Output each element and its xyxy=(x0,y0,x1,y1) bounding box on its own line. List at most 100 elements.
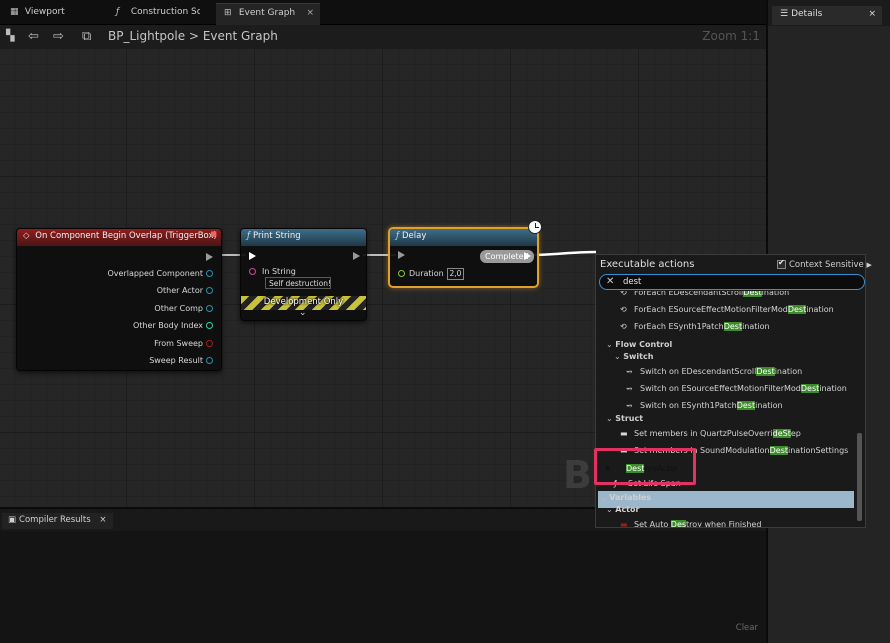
context-sensitive-label[interactable]: Context Sensitive ▶ xyxy=(789,260,872,270)
exec-in-pin[interactable] xyxy=(398,251,405,259)
close-icon[interactable]: × xyxy=(868,9,876,19)
context-sensitive-checkbox[interactable] xyxy=(777,258,786,269)
menu-item[interactable]: ▬ Set members in QuartzPulseOverrideStep xyxy=(620,427,801,441)
clear-button[interactable]: Clear xyxy=(736,623,758,633)
menu-category-label: Actor xyxy=(615,505,640,514)
node-begin-overlap[interactable]: ◇ On Component Begin Overlap (TriggerBox… xyxy=(16,228,222,371)
search-match-highlight: Dest xyxy=(743,291,762,297)
details-title: Details xyxy=(791,9,823,19)
menu-category[interactable]: ⌄ Actor xyxy=(606,503,639,517)
menu-item-text: inationSettings xyxy=(788,446,849,455)
breadcrumb-blueprint[interactable]: BP_Lightpole xyxy=(108,29,185,43)
compiler-title: Compiler Results xyxy=(19,515,91,525)
tab-viewport-label: Viewport xyxy=(24,7,65,17)
menu-item-text: ForEach ESynth1Patch xyxy=(634,322,724,331)
tab-compiler-results[interactable]: ▣ Compiler Results × xyxy=(2,513,113,529)
search-match-highlight: Dest xyxy=(723,322,743,331)
pin-duration[interactable]: Duration xyxy=(398,269,444,278)
pin-label: Other Body Index xyxy=(132,321,203,330)
chevron-down-icon: ⌄ xyxy=(606,340,616,349)
dragged-exec-wire xyxy=(530,250,597,257)
object-pin-icon xyxy=(206,305,213,312)
tab-event-graph[interactable]: ⊞ Event Graph × xyxy=(216,3,320,25)
editor-tab-bar: ▦ Viewport ƒ Construction Scri ⊞ Event G… xyxy=(0,0,766,25)
menu-item[interactable]: ⥇ Switch on EDescendantScrollDestination xyxy=(626,365,802,379)
menu-item[interactable]: ▬ Set Auto Destroy when Finished xyxy=(620,518,761,527)
close-icon[interactable]: × xyxy=(99,515,106,525)
pin-other-comp[interactable]: Other Comp xyxy=(154,304,213,313)
menu-category[interactable]: ⌄ Struct xyxy=(606,412,643,426)
tab-viewport[interactable]: ▦ Viewport xyxy=(2,3,102,25)
loop-icon: ⟲ xyxy=(620,322,627,331)
menu-item[interactable]: ⟲ ForEach ESourceEffectMotionFilterModDes… xyxy=(620,303,834,317)
forward-arrow-icon[interactable]: ⇨ xyxy=(53,29,64,44)
chevron-down-icon: ⌄ xyxy=(606,505,616,514)
action-search-box[interactable]: ✕ xyxy=(599,274,865,290)
action-search-input[interactable] xyxy=(623,276,853,288)
menu-scrollbar[interactable] xyxy=(857,433,862,521)
menu-item-text: ination xyxy=(755,401,783,410)
pin-from-sweep[interactable]: From Sweep xyxy=(154,339,213,348)
completed-exec-pin[interactable] xyxy=(524,252,531,260)
switch-icon: ⥇ xyxy=(626,384,633,393)
breadcrumb-graph[interactable]: Event Graph xyxy=(203,29,278,43)
clear-search-icon[interactable]: ✕ xyxy=(606,276,614,287)
menu-category[interactable]: ⌄ Switch xyxy=(614,350,653,364)
back-arrow-icon[interactable]: ⇦ xyxy=(28,29,39,44)
search-match-highlight: deSt xyxy=(772,429,791,438)
exec-in-pin[interactable] xyxy=(249,252,256,260)
pin-label: Duration xyxy=(409,269,444,278)
exec-out-pin[interactable] xyxy=(206,253,213,261)
tab-details[interactable]: ☰ Details × xyxy=(772,6,882,25)
pin-other-actor[interactable]: Other Actor xyxy=(157,286,213,295)
search-match-highlight: Dest xyxy=(769,446,788,455)
pin-in-string[interactable]: In String xyxy=(249,267,296,276)
menu-item-text: Switch on EDescendantScroll xyxy=(640,367,757,376)
menu-item[interactable]: ⥇ Switch on ESourceEffectMotionFilterModD… xyxy=(626,382,847,396)
search-match-highlight: Dest xyxy=(787,305,807,314)
search-match-highlight: Dest xyxy=(756,367,775,376)
function-icon: ƒ xyxy=(247,231,250,241)
compiler-results-body: Clear xyxy=(0,531,766,643)
menu-item[interactable]: ⟲ ForEach EDescendantScrollDestination xyxy=(620,291,789,300)
duration-value-field[interactable]: 2,0 xyxy=(447,268,464,280)
action-menu: Executable actions Context Sensitive ▶ ✕… xyxy=(595,254,872,528)
expand-chevron-icon[interactable]: ⌄ xyxy=(299,308,307,318)
chevron-down-icon: ⌄ xyxy=(614,352,624,361)
float-pin-icon xyxy=(398,270,405,277)
search-match-highlight: Dest xyxy=(800,384,820,393)
search-match-highlight: Des xyxy=(670,520,687,527)
close-icon[interactable]: × xyxy=(306,8,314,18)
bool-pin-icon xyxy=(206,340,213,347)
compiler-icon: ▣ xyxy=(8,515,17,525)
pin-overlapped-component[interactable]: Overlapped Component xyxy=(107,269,213,278)
node-delay[interactable]: ƒ Delay Completed Duration 2,0 xyxy=(388,227,539,288)
development-only-label: Development Only xyxy=(263,297,344,307)
pin-other-body-index[interactable]: Other Body Index xyxy=(133,321,213,330)
node-begin-overlap-title: On Component Begin Overlap (TriggerBox) xyxy=(35,231,217,241)
hide-unrelated-icon[interactable]: ▚ xyxy=(6,29,14,42)
exec-out-pin[interactable] xyxy=(353,252,360,260)
breadcrumb: BP_Lightpole > Event Graph xyxy=(108,29,278,43)
zoom-level: Zoom 1:1 xyxy=(702,29,760,43)
menu-item[interactable]: ⟲ ForEach ESynth1PatchDestination xyxy=(620,320,770,334)
loop-icon: ⟲ xyxy=(620,305,627,314)
action-list: ⟲ ForEach EDescendantScrollDestination ⟲ Fo… xyxy=(596,291,855,527)
switch-icon: ⥇ xyxy=(626,367,633,376)
menu-item-text: ination xyxy=(819,384,847,393)
viewport-grid-icon: ▦ xyxy=(10,7,19,17)
tab-event-graph-label: Event Graph xyxy=(238,8,296,18)
pin-sweep-result[interactable]: Sweep Result xyxy=(149,356,213,365)
menu-item-text: ination xyxy=(761,291,790,297)
menu-title: Executable actions xyxy=(600,259,695,270)
search-match-highlight: Dest xyxy=(736,401,756,410)
menu-item-text: ination xyxy=(742,322,770,331)
menu-item-text: ep xyxy=(790,429,801,438)
menu-item[interactable]: ⥇ Switch on ESynth1PatchDestination xyxy=(626,399,783,413)
in-string-value-field[interactable]: Self destruction!! xyxy=(265,277,331,289)
details-icon: ☰ xyxy=(780,9,789,19)
tab-construction-script[interactable]: ƒ Construction Scri xyxy=(108,3,200,25)
menu-category-label: Flow Control xyxy=(615,340,673,349)
loop-icon: ⟲ xyxy=(620,291,627,297)
node-print-string[interactable]: ƒ Print String In String Self destruction… xyxy=(240,228,367,321)
